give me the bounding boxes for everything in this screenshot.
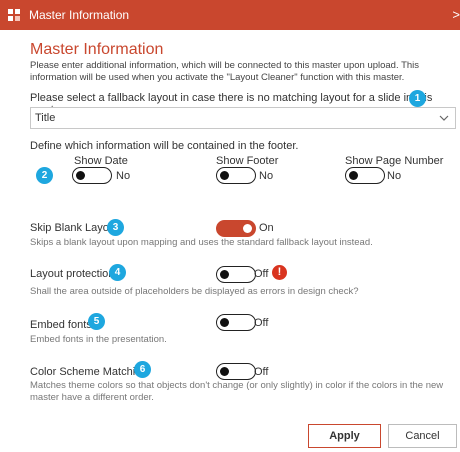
color-scheme-matching-label: Color Scheme Matching [30,366,148,378]
show-footer-label: Show Footer [216,155,279,167]
chevron-down-icon [439,115,449,121]
show-page-number-label: Show Page Number [345,155,444,167]
color-scheme-matching-state: Off [254,366,269,378]
close-icon[interactable]: > [452,7,460,22]
skip-blank-layout-toggle[interactable] [216,220,256,237]
title-bar: Master Information > [0,0,460,30]
badge-5: 5 [88,313,105,330]
badge-1: 1 [409,90,426,107]
show-footer-state: No [259,170,274,182]
color-scheme-matching-toggle[interactable] [216,363,256,380]
toggle-knob [220,317,229,327]
page-title: Master Information [30,41,164,58]
toggle-knob [243,223,252,233]
layout-protection-desc: Shall the area outside of placeholders b… [30,286,359,297]
window-title: Master Information [29,8,130,22]
show-date-toggle[interactable] [72,167,112,184]
layout-protection-state: Off [254,268,269,280]
badge-4: 4 [109,264,126,281]
apply-button[interactable]: Apply [308,424,381,448]
show-date-state: No [116,170,131,182]
show-page-number-toggle[interactable] [345,167,385,184]
skip-blank-layout-label: Skip Blank Layout [30,222,119,234]
intro-text: Please enter additional information, whi… [30,60,420,83]
color-scheme-matching-desc: Matches theme colors so that objects don… [30,380,444,403]
master-app-icon [8,9,20,21]
show-date-label: Show Date [74,155,128,167]
embed-fonts-state: Off [254,317,269,329]
badge-6: 6 [134,361,151,378]
footer-prompt: Define which information will be contain… [30,140,299,152]
toggle-knob [220,366,229,376]
toggle-knob [220,170,229,180]
show-footer-toggle[interactable] [216,167,256,184]
fallback-layout-value: Title [35,112,56,124]
toggle-knob [349,170,358,180]
embed-fonts-toggle[interactable] [216,314,256,331]
show-page-number-state: No [387,170,402,182]
layout-protection-label: Layout protection [30,268,115,280]
cancel-button[interactable]: Cancel [388,424,457,448]
toggle-knob [220,269,229,279]
layout-protection-toggle[interactable] [216,266,256,283]
skip-blank-layout-desc: Skips a blank layout upon mapping and us… [30,237,373,248]
skip-blank-layout-state: On [259,222,274,234]
embed-fonts-desc: Embed fonts in the presentation. [30,334,167,345]
badge-2: 2 [36,167,53,184]
badge-3: 3 [107,219,124,236]
embed-fonts-label: Embed fonts [30,319,92,331]
exclamation-icon: ! [272,265,287,280]
fallback-layout-select[interactable]: Title [30,107,456,129]
toggle-knob [76,170,85,180]
